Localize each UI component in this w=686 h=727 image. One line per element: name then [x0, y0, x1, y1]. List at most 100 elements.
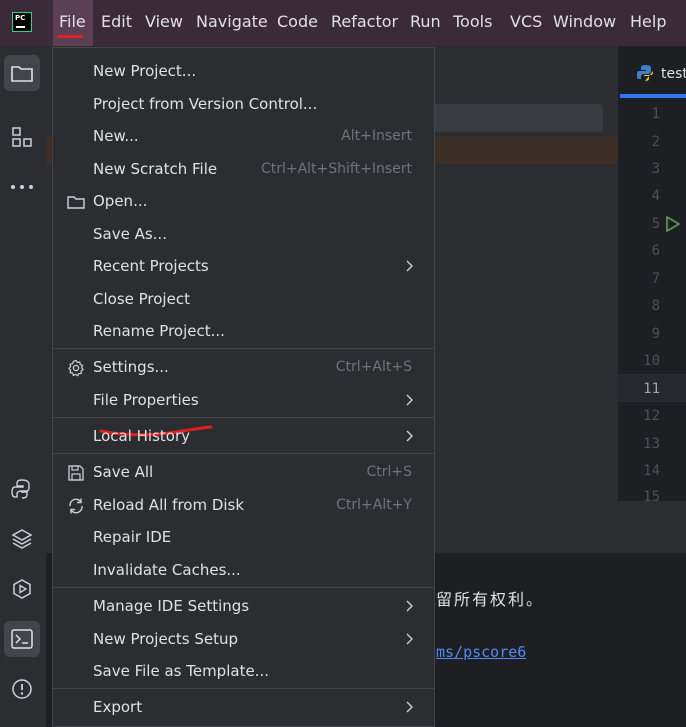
- menu-item-label: File Properties: [93, 391, 199, 409]
- menu-item-label: New...: [93, 127, 139, 145]
- menu-item-label: Recent Projects: [93, 257, 209, 275]
- menu-item-label: Project from Version Control...: [93, 95, 318, 113]
- menu-item-file-properties[interactable]: File Properties: [53, 385, 434, 417]
- menu-separator: [53, 348, 434, 349]
- menu-vcs[interactable]: VCS: [510, 12, 542, 31]
- chevron-right-icon: [406, 633, 413, 645]
- menu-item-label: Invalidate Caches...: [93, 561, 241, 579]
- menu-item-label: New Projects Setup: [93, 630, 239, 648]
- menu-item-reload-all[interactable]: Reload All from Disk Ctrl+Alt+Y: [53, 490, 434, 522]
- menu-item-save-all[interactable]: Save All Ctrl+S: [53, 457, 434, 489]
- menu-item-new-scratch-file[interactable]: New Scratch File Ctrl+Alt+Shift+Insert: [53, 154, 434, 186]
- open-folder-icon: [67, 196, 85, 209]
- line-number: 3: [651, 161, 660, 177]
- menu-item-shortcut: Ctrl+Alt+Shift+Insert: [260, 161, 412, 177]
- menu-separator: [53, 453, 434, 454]
- menu-item-settings[interactable]: Settings... Ctrl+Alt+S: [53, 352, 434, 384]
- menu-item-export[interactable]: Export: [53, 692, 434, 724]
- services-run-icon[interactable]: [4, 571, 40, 607]
- menu-item-shortcut: Ctrl+Alt+Y: [336, 497, 412, 513]
- menu-item-label: Rename Project...: [93, 322, 225, 340]
- menu-item-new[interactable]: New... Alt+Insert: [53, 121, 434, 153]
- structure-icon[interactable]: [4, 119, 40, 155]
- menu-item-local-history[interactable]: Local History: [53, 421, 434, 453]
- terminal-icon[interactable]: [4, 621, 40, 657]
- menu-view[interactable]: View: [145, 12, 183, 31]
- menu-item-new-projects-setup[interactable]: New Projects Setup: [53, 624, 434, 656]
- menu-item-label: Manage IDE Settings: [93, 597, 250, 615]
- chevron-right-icon: [406, 701, 413, 713]
- menu-item-save-file-as-template[interactable]: Save File as Template...: [53, 656, 434, 688]
- menu-item-shortcut: Alt+Insert: [341, 128, 412, 144]
- menu-item-label: New Project...: [93, 62, 197, 80]
- python-file-icon: [637, 65, 653, 81]
- line-number: 8: [651, 298, 660, 314]
- line-number: 5: [651, 216, 660, 232]
- run-gutter-icon[interactable]: [665, 215, 681, 233]
- python-console-icon[interactable]: [4, 471, 40, 507]
- menu-item-label: New Scratch File: [93, 160, 218, 178]
- problems-icon[interactable]: [4, 671, 40, 707]
- annotation-underline-file: [57, 35, 83, 38]
- menu-item-label: Reload All from Disk: [93, 496, 245, 514]
- left-tool-window-bar: [0, 46, 46, 727]
- menu-item-save-as[interactable]: Save As...: [53, 219, 434, 251]
- menu-item-new-project[interactable]: New Project...: [53, 56, 434, 88]
- line-number: 9: [651, 326, 660, 342]
- menu-item-recent-projects[interactable]: Recent Projects: [53, 251, 434, 283]
- menu-file[interactable]: File: [59, 12, 86, 31]
- logo-text: PC: [15, 14, 26, 22]
- chevron-right-icon: [406, 394, 413, 406]
- menu-item-label: Settings...: [93, 358, 169, 376]
- menu-item-repair-ide[interactable]: Repair IDE: [53, 522, 434, 554]
- menu-separator: [53, 587, 434, 588]
- gear-icon: [68, 359, 84, 377]
- terminal-output-text: 留所有权利。: [436, 590, 545, 609]
- layers-icon[interactable]: [4, 521, 40, 557]
- menu-code[interactable]: Code: [277, 12, 318, 31]
- line-number: 12: [643, 408, 660, 424]
- menu-tools[interactable]: Tools: [453, 12, 492, 31]
- chevron-right-icon: [406, 600, 413, 612]
- project-folder-icon[interactable]: [4, 55, 40, 91]
- menu-run[interactable]: Run: [410, 12, 441, 31]
- editor-tab-active-indicator: [620, 94, 686, 98]
- project-panel-search-field[interactable]: [430, 104, 603, 132]
- menu-window[interactable]: Window: [553, 12, 616, 31]
- line-number: 1: [651, 106, 660, 122]
- pycharm-logo-icon[interactable]: PC: [12, 12, 32, 32]
- main-menubar: PC File Edit View Navigate Code Refactor…: [0, 0, 686, 46]
- terminal-link[interactable]: ms/pscore6: [436, 643, 526, 661]
- line-number: 6: [651, 243, 660, 259]
- chevron-right-icon: [406, 430, 413, 442]
- menu-separator: [53, 688, 434, 689]
- menu-item-label: Close Project: [93, 290, 190, 308]
- more-tools-icon[interactable]: [4, 169, 40, 205]
- menu-item-manage-ide-settings[interactable]: Manage IDE Settings: [53, 591, 434, 623]
- line-number: 13: [643, 436, 660, 452]
- editor-tab-label[interactable]: test: [661, 66, 686, 82]
- menu-item-invalidate-caches[interactable]: Invalidate Caches...: [53, 555, 434, 587]
- line-number: 4: [651, 188, 660, 204]
- menu-separator: [53, 417, 434, 418]
- menu-help[interactable]: Help: [630, 12, 666, 31]
- menu-item-project-from-vcs[interactable]: Project from Version Control...: [53, 89, 434, 121]
- menu-item-label: Local History: [93, 427, 191, 445]
- menu-edit[interactable]: Edit: [101, 12, 132, 31]
- line-number: 10: [643, 353, 660, 369]
- line-number: 14: [643, 463, 660, 479]
- reload-icon: [69, 498, 83, 514]
- menu-item-shortcut: Ctrl+Alt+S: [335, 359, 412, 375]
- line-number: 7: [651, 271, 660, 287]
- menu-item-close-project[interactable]: Close Project: [53, 284, 434, 316]
- menu-item-label: Save File as Template...: [93, 662, 269, 680]
- menu-item-open[interactable]: Open...: [53, 186, 434, 218]
- menu-navigate[interactable]: Navigate: [196, 12, 268, 31]
- menu-refactor[interactable]: Refactor: [331, 12, 398, 31]
- menu-item-label: Open...: [93, 192, 148, 210]
- menu-item-label: Repair IDE: [93, 528, 172, 546]
- menu-item-shortcut: Ctrl+S: [366, 464, 412, 480]
- menu-item-label: Save As...: [93, 225, 167, 243]
- menu-item-rename-project[interactable]: Rename Project...: [53, 316, 434, 348]
- chevron-right-icon: [406, 260, 413, 272]
